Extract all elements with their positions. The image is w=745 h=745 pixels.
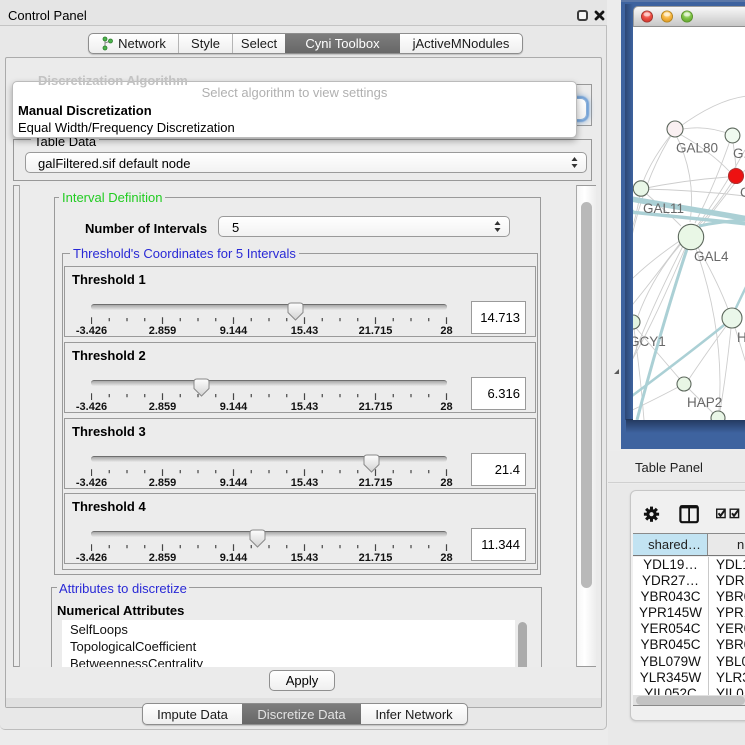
svg-text:GAL4: GAL4 [694,249,729,264]
svg-text:G.: G. [733,146,745,161]
svg-text:C: C [740,185,745,200]
svg-text:HAP2: HAP2 [687,395,722,410]
svg-text:GAL11: GAL11 [643,201,684,216]
svg-text:H: H [737,330,745,345]
svg-text:GCY1: GCY1 [633,334,666,349]
svg-text:GAL80: GAL80 [676,141,718,156]
